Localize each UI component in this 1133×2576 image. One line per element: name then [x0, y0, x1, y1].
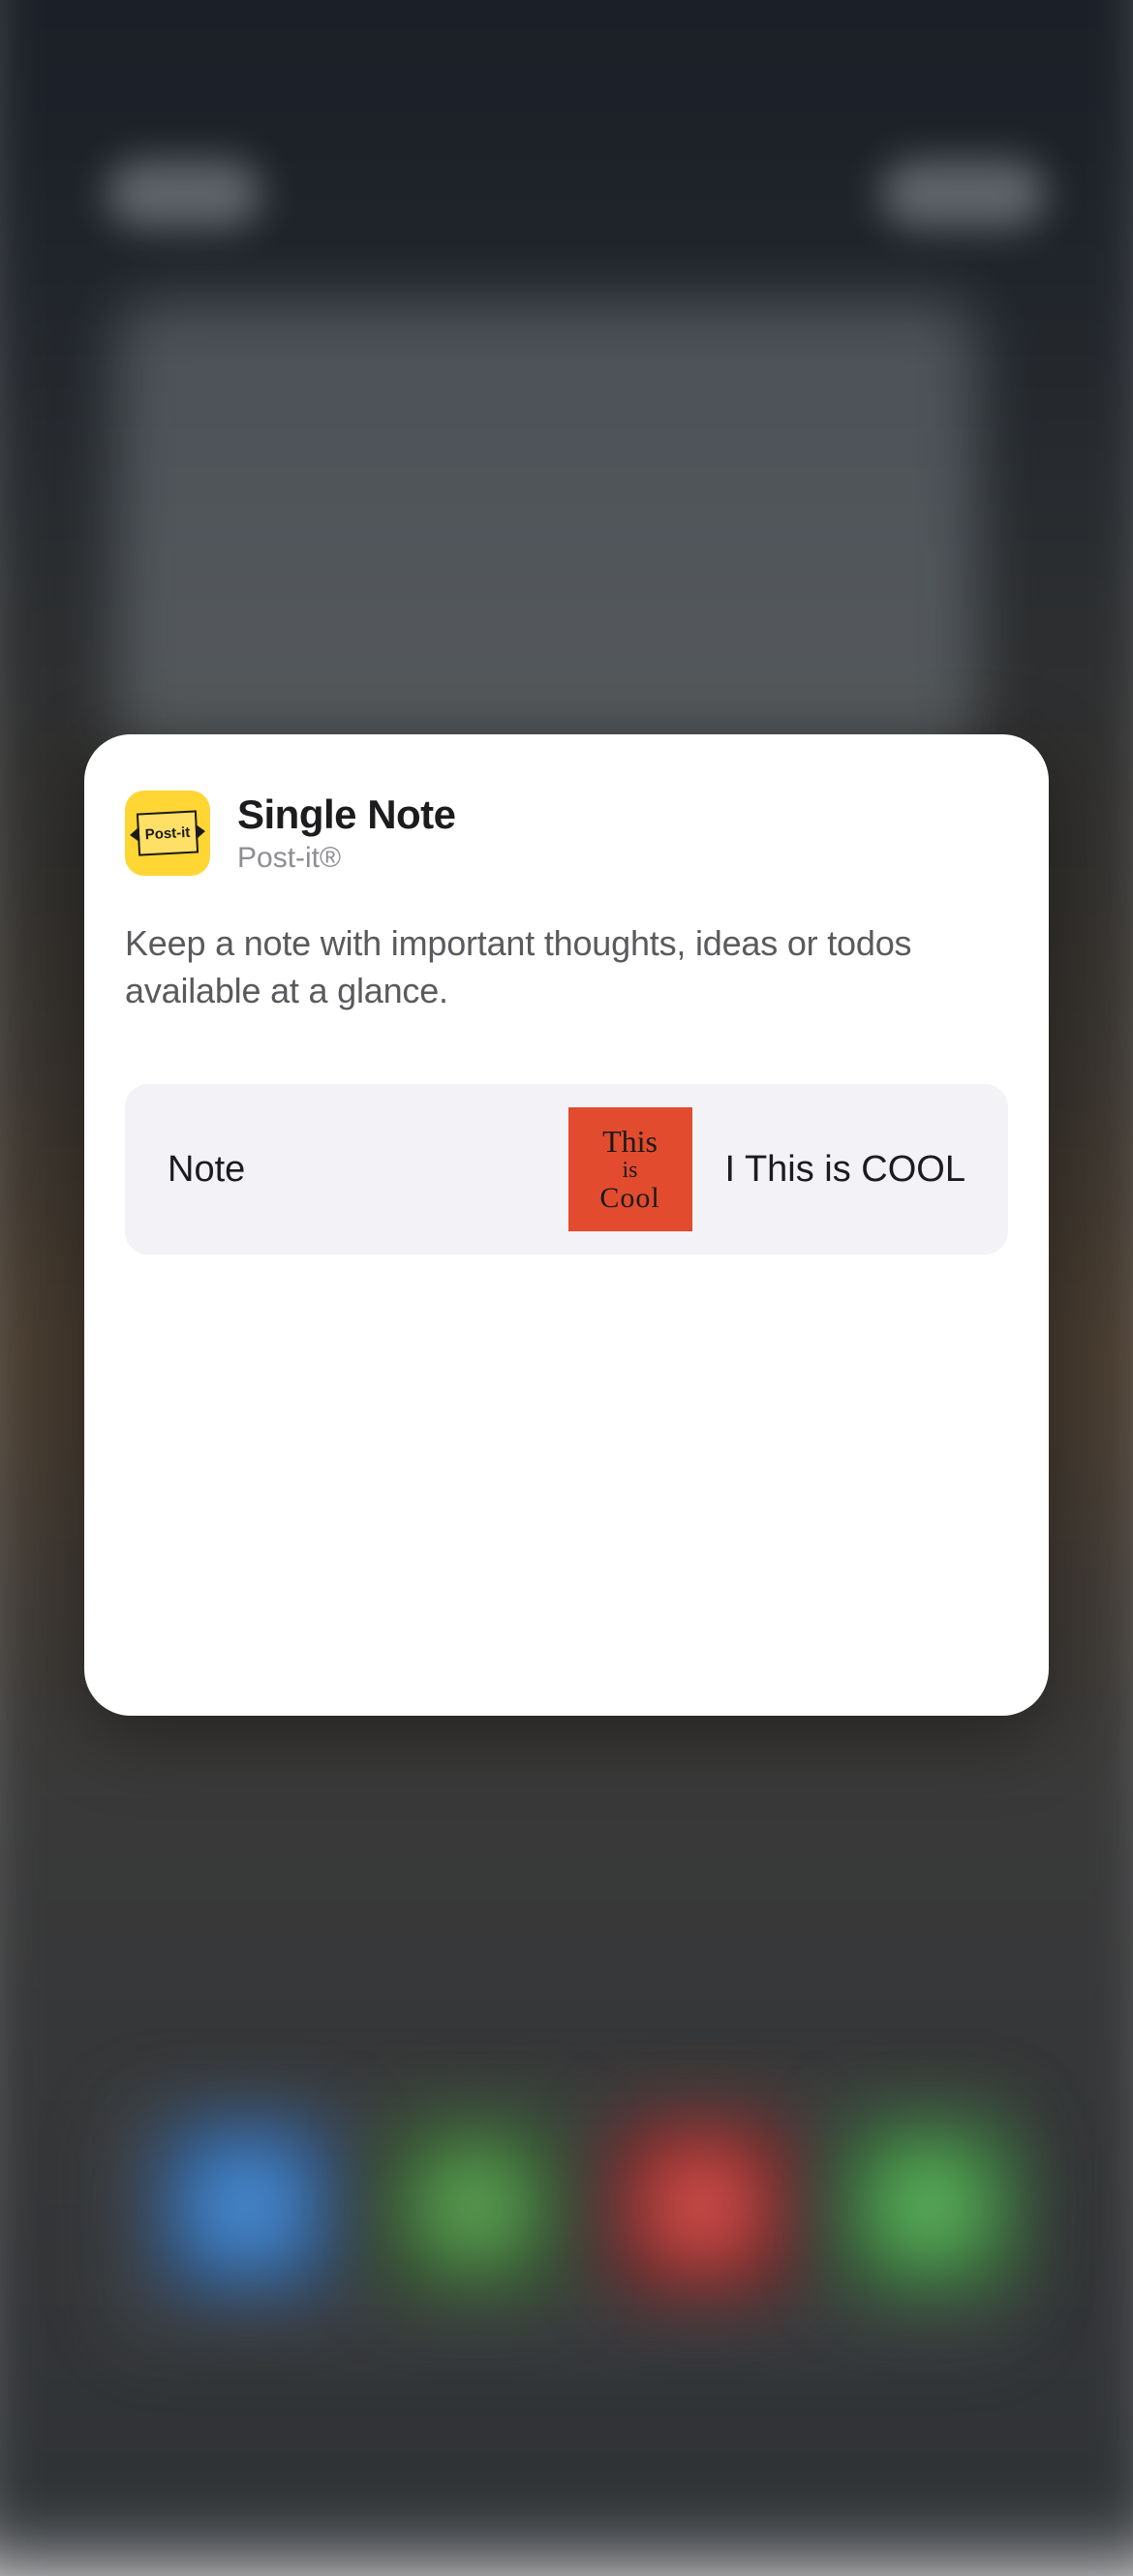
note-thumb-text: Cool	[599, 1184, 659, 1213]
option-value: I This is COOL	[725, 1149, 965, 1191]
blurred-back-button	[107, 160, 261, 228]
note-thumbnail-icon: This is Cool	[568, 1107, 692, 1231]
option-label: Note	[168, 1149, 245, 1191]
widget-title: Single Note	[237, 791, 456, 838]
app-icon-label: Post-it	[144, 823, 190, 842]
widget-publisher: Post-it®	[237, 842, 456, 875]
widget-configuration-sheet: Post-it Single Note Post-it® Keep a note…	[84, 734, 1049, 1716]
blurred-dock-icon	[610, 2114, 794, 2298]
blurred-dock-icon	[383, 2114, 566, 2298]
blurred-dock-icon	[838, 2114, 1022, 2298]
postit-app-icon: Post-it	[125, 791, 210, 876]
blurred-widget-preview	[116, 300, 978, 765]
note-option-row[interactable]: Note This is Cool I This is COOL	[125, 1084, 1008, 1255]
blurred-action-button	[881, 160, 1046, 228]
blurred-dock-icon	[155, 2114, 339, 2298]
note-thumb-text: This	[602, 1126, 658, 1157]
sheet-header: Post-it Single Note Post-it®	[125, 791, 1008, 876]
header-text-block: Single Note Post-it®	[237, 791, 456, 875]
note-thumb-text: is	[623, 1159, 638, 1182]
widget-description: Keep a note with important thoughts, ide…	[125, 920, 1008, 1014]
